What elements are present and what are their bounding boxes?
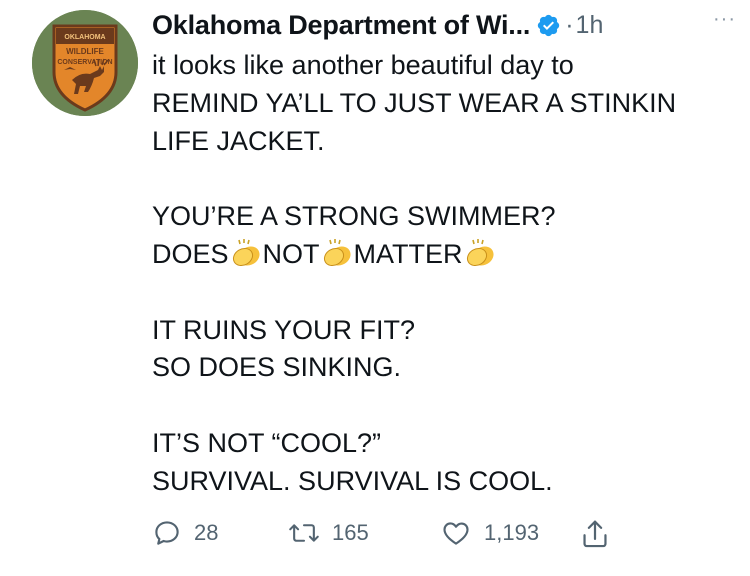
tweet-line-claps: DOES NOT MATTER <box>152 236 742 274</box>
timestamp[interactable]: 1h <box>576 11 604 40</box>
reply-button[interactable]: 28 <box>152 518 218 548</box>
reply-count: 28 <box>194 520 219 545</box>
like-button[interactable]: 1,193 <box>440 518 539 548</box>
tweet-line: IT RUINS YOUR FIT? <box>152 314 416 345</box>
share-button[interactable] <box>580 518 610 550</box>
wildlife-badge-logo: OKLAHOMA WILDLIFE CONSERVATION <box>32 10 138 116</box>
clap-word: DOES <box>152 238 229 269</box>
like-count: 1,193 <box>484 520 540 545</box>
tweet-text: it looks like another beautiful day to R… <box>152 47 742 501</box>
retweet-count: 165 <box>332 520 369 545</box>
reply-icon <box>155 521 179 545</box>
tweet-line: IT’S NOT “COOL?” <box>152 427 382 458</box>
tweet[interactable]: OKLAHOMA WILDLIFE CONSERVATION Oklahoma … <box>0 0 750 576</box>
heart-icon <box>443 522 469 545</box>
badge-text-wildlife: WILDLIFE <box>66 47 104 56</box>
share-icon <box>583 520 607 548</box>
clapping-hands-icon <box>466 238 494 267</box>
tweet-line: it looks like another beautiful day to <box>152 50 574 80</box>
tweet-actions: 28 165 1,193 <box>152 518 652 558</box>
tweet-line: LIFE JACKET. <box>152 125 325 156</box>
tweet-line: SO DOES SINKING. <box>152 352 402 383</box>
retweet-icon <box>289 524 319 542</box>
verified-badge-icon <box>538 14 560 36</box>
clap-word: MATTER <box>353 238 463 269</box>
tweet-header: Oklahoma Department of Wi... · 1h ··· <box>152 8 750 42</box>
display-name[interactable]: Oklahoma Department of Wi... <box>152 10 530 41</box>
time-separator: · <box>565 10 574 39</box>
retweet-button[interactable]: 165 <box>288 518 369 548</box>
tweet-line: REMIND YA’LL TO JUST WEAR A STINKIN <box>152 87 677 118</box>
tweet-line: YOU’RE A STRONG SWIMMER? <box>152 201 556 232</box>
badge-text-oklahoma: OKLAHOMA <box>64 34 105 41</box>
more-options-icon[interactable]: ··· <box>713 8 736 31</box>
avatar[interactable]: OKLAHOMA WILDLIFE CONSERVATION <box>32 10 138 116</box>
tweet-line: SURVIVAL. SURVIVAL IS COOL. <box>152 465 553 496</box>
clapping-hands-icon <box>323 238 351 267</box>
clap-word: NOT <box>262 238 320 269</box>
clapping-hands-icon <box>232 238 260 267</box>
